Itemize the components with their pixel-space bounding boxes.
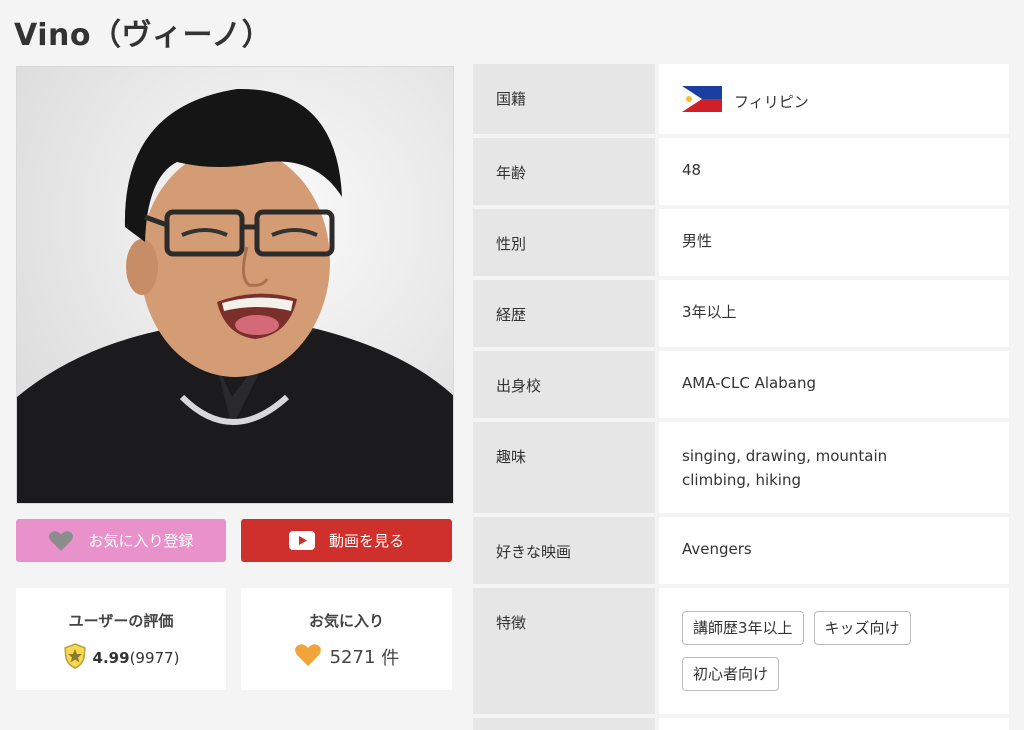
watch-video-button[interactable]: 動画を見る (241, 519, 452, 562)
profile-label: 好きな映画 (473, 517, 655, 584)
philippines-flag-icon (682, 86, 722, 119)
profile-row-movie: 好きな映画 Avengers (473, 517, 1009, 584)
profile-row-nationality: 国籍 フィリピン (473, 64, 1009, 134)
nationality-value: フィリピン (734, 93, 809, 111)
feature-tag[interactable]: 講師歴3年以上 (682, 611, 804, 645)
profile-table: 国籍 フィリピン 年齢 48 性別 男性 経歴 3年以上 出身校 AMA-CLC… (473, 64, 1009, 730)
profile-label: 趣味 (473, 422, 655, 513)
profile-row-experience: 経歴 3年以上 (473, 280, 1009, 347)
star-badge-icon (63, 643, 87, 673)
profile-row-next (473, 718, 1009, 730)
profile-label: 性別 (473, 209, 655, 276)
profile-label: 特徴 (473, 588, 655, 714)
profile-value: フィリピン (659, 64, 1009, 134)
age-value: 48 (659, 138, 1009, 205)
profile-label: 経歴 (473, 280, 655, 347)
hobby-value: singing, drawing, mountain climbing, hik… (659, 422, 1009, 513)
profile-row-features: 特徴 講師歴3年以上 キッズ向け 初心者向け (473, 588, 1009, 714)
gender-value: 男性 (659, 209, 1009, 276)
rating-title: ユーザーの評価 (68, 612, 174, 630)
profile-row-hobby: 趣味 singing, drawing, mountain climbing, … (473, 422, 1009, 513)
features-value: 講師歴3年以上 キッズ向け 初心者向け (659, 588, 1009, 714)
hobby-text: singing, drawing, mountain climbing, hik… (682, 447, 888, 489)
rating-card: ユーザーの評価 4.99 (9977) (16, 588, 226, 690)
profile-row-gender: 性別 男性 (473, 209, 1009, 276)
add-favorite-label: お気に入り登録 (88, 532, 194, 550)
page-title: Vino（ヴィーノ） (14, 18, 273, 53)
favorites-title: お気に入り (308, 612, 384, 630)
feature-tag[interactable]: キッズ向け (813, 611, 911, 645)
profile-label: 年齢 (473, 138, 655, 205)
watch-video-label: 動画を見る (328, 532, 404, 550)
add-favorite-button[interactable]: お気に入り登録 (16, 519, 226, 562)
rating-count: (9977) (129, 649, 180, 667)
favorites-unit: 件 (381, 648, 400, 669)
feature-tags: 講師歴3年以上 キッズ向け 初心者向け (682, 611, 972, 703)
profile-label: 出身校 (473, 351, 655, 418)
school-value: AMA-CLC Alabang (659, 351, 1009, 418)
profile-row-age: 年齢 48 (473, 138, 1009, 205)
heart-icon (294, 643, 322, 671)
profile-value-empty (659, 718, 1009, 730)
profile-label: 国籍 (473, 64, 655, 134)
favorites-count: 5271 (329, 646, 376, 668)
heart-icon (48, 530, 74, 552)
experience-value: 3年以上 (659, 280, 1009, 347)
profile-label-empty (473, 718, 655, 730)
play-icon (288, 531, 315, 550)
favorites-card: お気に入り 5271 件 (241, 588, 452, 690)
rating-value: 4.99 (92, 649, 130, 667)
movie-value: Avengers (659, 517, 1009, 584)
feature-tag[interactable]: 初心者向け (682, 657, 780, 691)
teacher-photo (16, 66, 454, 504)
profile-row-school: 出身校 AMA-CLC Alabang (473, 351, 1009, 418)
